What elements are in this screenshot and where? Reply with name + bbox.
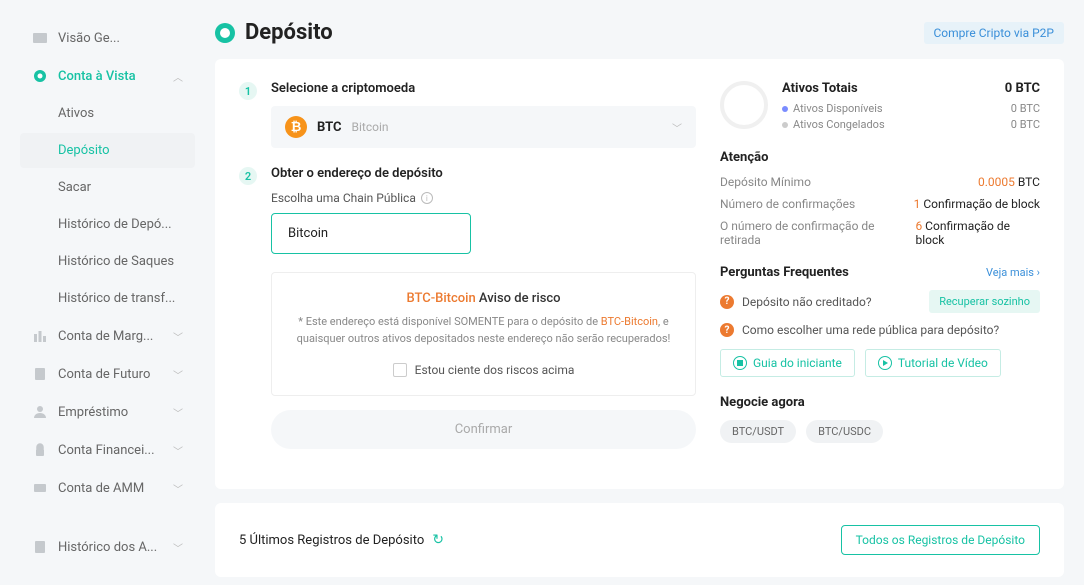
min-deposit-value: 0.0005 BTC [978,175,1040,189]
sidebar-label: Depósito [58,143,183,158]
withdraw-conf-label: O número de confirmação de retirada [720,219,915,247]
risk-text: * Este endereço está disponível SOMENTE … [292,314,675,347]
margin-icon [32,328,48,344]
chevron-down-icon: ﹀ [173,405,183,420]
sidebar-label: Visão Ge... [58,31,183,46]
sidebar-label: Histórico de Saques [58,254,183,269]
sidebar-label: Conta de AMM [58,481,163,496]
finance-icon [32,442,48,458]
sidebar-loan[interactable]: Empréstimo ﹀ [20,394,195,430]
chevron-down-icon: ﹀ [173,481,183,496]
chevron-down-icon: ﹀ [173,443,183,458]
crypto-select[interactable]: ₿ BTC Bitcoin ﹀ [271,106,696,148]
play-icon [878,356,892,370]
sidebar-account-history[interactable]: Histórico dos A... ﹀ [20,529,195,565]
risk-warning-box: BTC-Bitcoin Aviso de risco * Este endere… [271,272,696,396]
sidebar-finance[interactable]: Conta Financei... ﹀ [20,432,195,468]
step-number-1: 1 [239,82,257,100]
history-icon [32,539,48,555]
sidebar-label: Conta Financei... [58,443,163,458]
sidebar-overview[interactable]: Visão Ge... [20,20,195,56]
step-number-2: 2 [239,167,257,185]
available-assets-value: 0 BTC [1011,102,1040,115]
page-title: Depósito [245,20,333,45]
loan-icon [32,404,48,420]
withdraw-conf-value: 6 Confirmação de block [915,219,1040,247]
bitcoin-icon: ₿ [285,116,307,138]
refresh-icon[interactable]: ↻ [432,532,444,548]
chain-option-bitcoin[interactable]: Bitcoin [271,213,471,254]
risk-checkbox-row[interactable]: Estou ciente dos riscos acima [292,363,675,377]
faq-title: Perguntas Frequentes [720,265,849,280]
risk-checkbox[interactable] [393,363,407,377]
total-assets-value: 0 BTC [1005,81,1040,96]
beginner-guide-button[interactable]: Guia do iniciante [720,349,855,377]
trade-now-title: Negocie agora [720,395,1040,410]
futures-icon [32,366,48,382]
step1-title: Selecione a criptomoeda [271,81,696,96]
overview-icon [32,30,48,46]
sidebar-label: Histórico de transf... [58,291,183,306]
trade-pair-btcusdc[interactable]: BTC/USDC [806,420,883,443]
confirm-button[interactable]: Confirmar [271,410,696,449]
chevron-up-icon: ︿ [173,69,183,84]
faq-see-more-link[interactable]: Veja mais › [986,266,1040,279]
frozen-assets-value: 0 BTC [1011,118,1040,131]
attention-title: Atenção [720,150,1040,165]
sidebar-margin[interactable]: Conta de Marg... ﹀ [20,318,195,354]
confirmations-label: Número de confirmações [720,197,855,211]
sidebar-deposit-history[interactable]: Histórico de Depó... [20,207,195,242]
sidebar-label: Ativos [58,106,183,121]
page-header: Depósito Compre Cripto via P2P [215,20,1064,45]
all-records-button[interactable]: Todos os Registros de Depósito [841,525,1040,555]
sidebar-withdraw[interactable]: Sacar [20,170,195,205]
step2-title: Obter o endereço de depósito [271,166,696,181]
sidebar-label: Histórico dos A... [58,540,163,555]
faq-q1[interactable]: Depósito não creditado? [742,295,872,309]
sidebar-futures[interactable]: Conta de Futuro ﹀ [20,356,195,392]
question-icon: ? [720,323,734,337]
deposit-icon [215,23,235,43]
video-tutorial-button[interactable]: Tutorial de Vídeo [865,349,1001,377]
chevron-down-icon: ﹀ [173,540,183,555]
faq-q2[interactable]: Como escolher uma rede pública para depó… [742,323,999,337]
p2p-link[interactable]: Compre Cripto via P2P [924,22,1065,44]
history-title: 5 Últimos Registros de Depósito [239,533,424,548]
sidebar-label: Sacar [58,180,183,195]
trade-pair-btcusdt[interactable]: BTC/USDT [720,420,796,443]
coin-name: Bitcoin [352,120,389,134]
min-deposit-label: Depósito Mínimo [720,175,811,189]
chevron-down-icon: ﹀ [173,367,183,382]
info-icon[interactable]: i [421,192,433,204]
sidebar-amm[interactable]: Conta de AMM ﹀ [20,470,195,506]
sidebar-label: Conta à Vista [58,69,163,84]
sidebar-label: Conta de Futuro [58,367,163,382]
sidebar-label: Histórico de Depó... [58,217,183,232]
total-assets-label: Ativos Totais [782,81,858,96]
sidebar-withdraw-history[interactable]: Histórico de Saques [20,244,195,279]
available-assets-label: Ativos Disponíveis [782,102,883,115]
chevron-down-icon: ﹀ [672,120,682,135]
question-icon: ? [720,295,734,309]
checkbox-label: Estou ciente dos riscos acima [415,363,575,377]
confirmations-value: 1 Confirmação de block [914,197,1040,211]
sidebar-label: Empréstimo [58,405,163,420]
sidebar-deposit[interactable]: Depósito [20,133,195,168]
amm-icon [32,480,48,496]
sidebar-assets[interactable]: Ativos [20,96,195,131]
asset-avatar [720,81,768,129]
recover-button[interactable]: Recuperar sozinho [929,290,1040,313]
sidebar-transfer-history[interactable]: Histórico de transf... [20,281,195,316]
chain-label: Escolha uma Chain Pública i [271,191,696,205]
chevron-down-icon: ﹀ [173,329,183,344]
sidebar-label: Conta de Marg... [58,329,163,344]
risk-title: BTC-Bitcoin Aviso de risco [292,291,675,306]
spot-account-icon [32,68,48,84]
frozen-assets-label: Ativos Congelados [782,118,885,131]
guide-icon [733,356,747,370]
coin-code: BTC [317,120,342,135]
sidebar-spot-account[interactable]: Conta à Vista ︿ [20,58,195,94]
